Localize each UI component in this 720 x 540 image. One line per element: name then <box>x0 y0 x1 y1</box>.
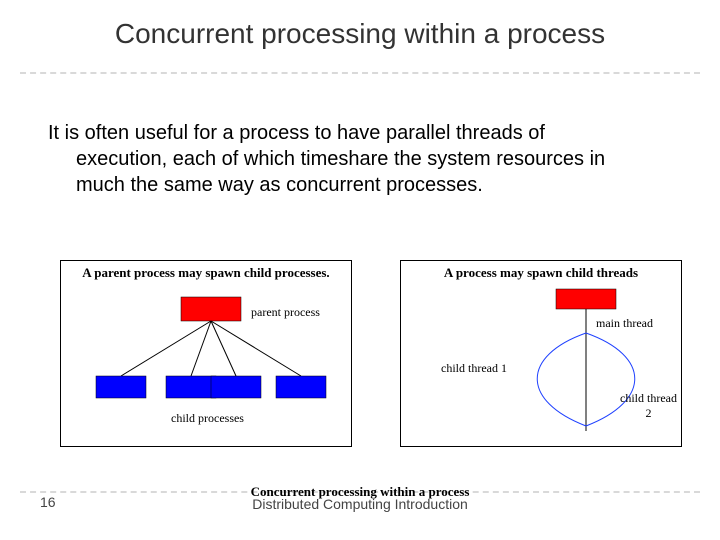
right-diagram: A process may spawn child threads main t… <box>400 260 682 447</box>
parent-process-label: parent process <box>251 305 320 320</box>
left-diagram: A parent process may spawn child process… <box>60 260 352 447</box>
footer-center: Concurrent processing within a process D… <box>0 484 720 512</box>
slide-title: Concurrent processing within a process <box>70 18 650 50</box>
body-rest: execution, each of which timeshare the s… <box>48 146 658 198</box>
child-thread-2-label: child thread 2 <box>616 391 681 421</box>
title-divider <box>20 72 700 74</box>
child-processes-label: child processes <box>171 411 244 426</box>
body-paragraph: It is often useful for a process to have… <box>48 120 658 198</box>
main-thread-label: main thread <box>596 316 653 331</box>
title-text: Concurrent processing within a process <box>70 18 650 50</box>
footer-main: Distributed Computing Introduction <box>0 496 720 512</box>
body-line1: It is often useful for a process to have… <box>48 122 545 144</box>
child-thread-1-label: child thread 1 <box>441 361 507 376</box>
